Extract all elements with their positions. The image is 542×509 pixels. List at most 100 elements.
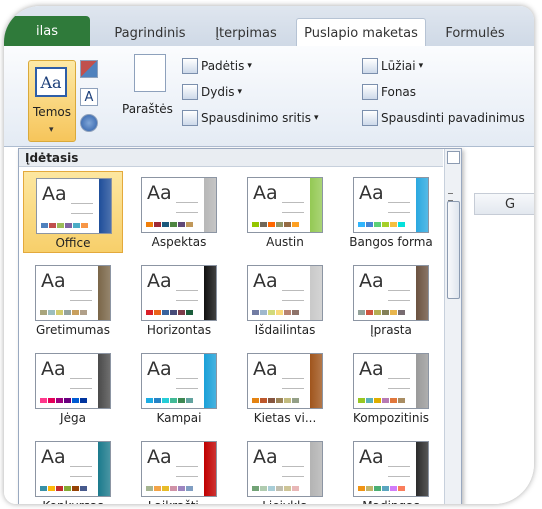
theme-color-swatches [252, 398, 299, 403]
color-swatch [72, 398, 79, 403]
theme-tile[interactable]: Aa Gretimumas [23, 259, 123, 341]
tab-insert[interactable]: Įterpimas [200, 20, 292, 46]
theme-preview: Aa [353, 265, 429, 321]
theme-tile[interactable]: Aa Laikrašti... [129, 435, 229, 504]
theme-preview-lines [176, 466, 198, 477]
tab-file[interactable]: ilas [4, 16, 90, 46]
color-swatch [48, 486, 55, 491]
color-swatch [162, 310, 169, 315]
color-swatch [40, 310, 47, 315]
color-swatch [252, 222, 259, 227]
theme-tile[interactable]: Aa Office [23, 171, 123, 253]
tab-home[interactable]: Pagrindinis [100, 20, 200, 46]
theme-tile[interactable]: Aa Aspektas [129, 171, 229, 253]
color-swatch [358, 486, 365, 491]
tab-page-layout[interactable]: Puslapio maketas [296, 18, 426, 47]
tab-formulas[interactable]: Formulės [430, 20, 520, 46]
theme-effects-icon[interactable] [80, 114, 98, 132]
color-swatch [178, 222, 185, 227]
color-swatch [170, 398, 177, 403]
theme-preview: Aa [353, 177, 429, 233]
color-swatch [276, 486, 283, 491]
theme-accent-bar [310, 266, 322, 320]
color-swatch [56, 486, 63, 491]
theme-preview-text: Aa [359, 182, 384, 204]
color-swatch [252, 486, 259, 491]
margins-button[interactable]: Paraštės [122, 102, 173, 116]
color-swatch [178, 310, 185, 315]
color-swatch [284, 486, 291, 491]
color-swatch [72, 310, 79, 315]
tab-home-label: Pagrindinis [114, 25, 186, 41]
theme-tile[interactable]: Aa Madingas [341, 435, 441, 504]
theme-tile[interactable]: Aa Įprasta [341, 259, 441, 341]
theme-tile[interactable]: Aa Jėga [23, 347, 123, 429]
scroll-up-icon[interactable] [447, 151, 460, 164]
theme-name: Liejykla [235, 499, 335, 504]
color-swatch [260, 310, 267, 315]
color-swatch [56, 310, 63, 315]
theme-tile[interactable]: Aa Liejykla [235, 435, 335, 504]
themes-button[interactable]: Aa Temos ▾ [28, 60, 76, 142]
theme-accent-bar [416, 178, 428, 232]
theme-colors-icon[interactable] [80, 60, 98, 78]
theme-accent-bar [98, 354, 110, 408]
theme-preview-text: Aa [147, 358, 172, 380]
theme-preview: Aa [36, 178, 112, 234]
theme-preview: Aa [247, 353, 323, 409]
theme-tile[interactable]: Aa Kampai [129, 347, 229, 429]
theme-name: Kampai [156, 411, 202, 425]
theme-color-swatches [146, 398, 193, 403]
orientation-button[interactable]: Padėtis ▾ [182, 58, 252, 74]
theme-name: Konkursas [23, 499, 123, 504]
themes-icon-text: Aa [40, 72, 62, 92]
color-swatch [49, 223, 56, 228]
theme-accent-bar [204, 442, 216, 496]
theme-color-swatches [146, 222, 193, 227]
theme-preview-text: Aa [253, 358, 278, 380]
column-header-g[interactable]: G [474, 193, 534, 215]
gallery-scrollbar[interactable] [444, 149, 461, 504]
color-swatch [252, 398, 259, 403]
theme-tile[interactable]: Aa Horizontas [129, 259, 229, 341]
ribbon-tab-bar: ilas Pagrindinis Įterpimas Puslapio make… [4, 6, 534, 47]
color-swatch [80, 310, 87, 315]
theme-name: Bangos forma [349, 235, 433, 249]
theme-preview-text: Aa [253, 182, 278, 204]
theme-tile[interactable]: Aa Kietas vi... [235, 347, 335, 429]
size-button[interactable]: Dydis ▾ [182, 84, 242, 100]
chevron-down-icon: ▾ [49, 125, 54, 135]
color-swatch [80, 398, 87, 403]
theme-name: Laikrašti... [129, 499, 229, 504]
theme-preview: Aa [353, 441, 429, 497]
theme-color-swatches [358, 398, 405, 403]
color-swatch [186, 398, 193, 403]
background-button[interactable]: Fonas [362, 84, 416, 100]
theme-fonts-icon: A [84, 89, 94, 105]
theme-tile[interactable]: Aa Konkursas [23, 435, 123, 504]
background-label: Fonas [381, 85, 417, 99]
theme-tile[interactable]: Aa Kompozitinis [341, 347, 441, 429]
color-swatch [292, 398, 299, 403]
theme-preview-lines [70, 378, 92, 389]
color-swatch [366, 222, 373, 227]
theme-tile[interactable]: Aa Austin [235, 171, 335, 253]
theme-color-swatches [358, 222, 405, 227]
size-label: Dydis [201, 85, 235, 99]
theme-preview-text: Aa [42, 183, 67, 205]
print-titles-button[interactable]: Spausdinti pavadinimus [362, 110, 525, 126]
scroll-thumb[interactable] [447, 201, 460, 299]
orientation-label: Padėtis [201, 59, 245, 73]
print-area-button[interactable]: Spausdinimo sritis ▾ [182, 110, 319, 126]
themes-label: Temos [33, 105, 71, 119]
theme-name: Kompozitinis [352, 411, 430, 425]
theme-tile[interactable]: Aa Bangos forma [341, 171, 441, 253]
color-swatch [292, 486, 299, 491]
theme-preview-text: Aa [147, 182, 172, 204]
theme-fonts-button[interactable]: A [80, 88, 98, 106]
theme-preview: Aa [35, 265, 111, 321]
breaks-button[interactable]: Lūžiai ▾ [362, 58, 423, 74]
tab-formulas-label: Formulės [445, 25, 505, 41]
color-swatch [366, 398, 373, 403]
theme-tile[interactable]: Aa Išdailintas [235, 259, 335, 341]
